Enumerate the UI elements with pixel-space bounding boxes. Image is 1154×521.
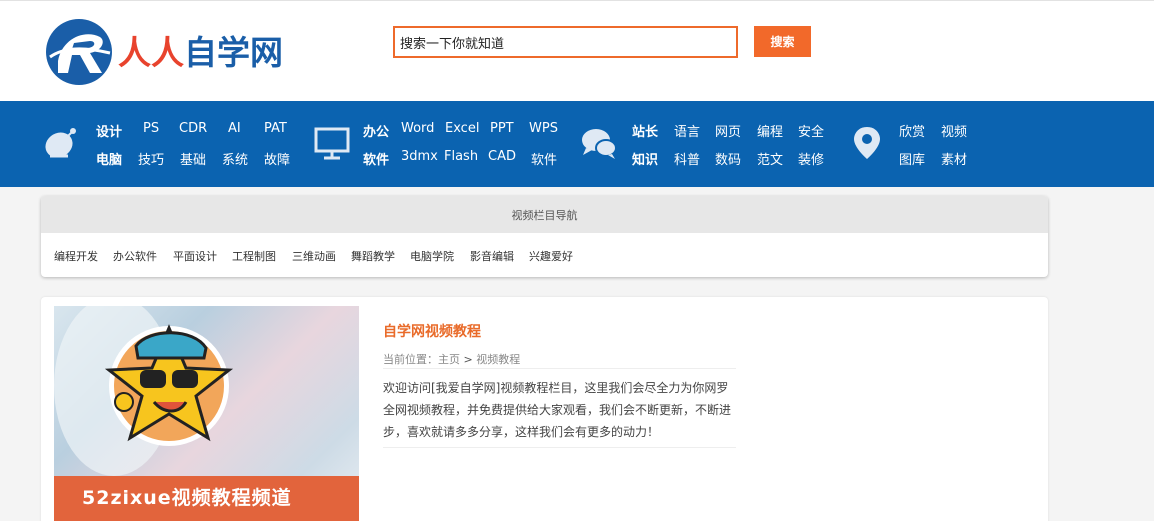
logo-r-icon: [46, 19, 112, 85]
location-pin-icon: [854, 127, 880, 159]
breadcrumb: 当前位置：主页 > 视频教程: [383, 351, 736, 369]
nav-item-decoration[interactable]: 装修: [798, 149, 824, 168]
column-link-media[interactable]: 影音编辑: [470, 248, 514, 264]
nav-item-essays[interactable]: 范文: [757, 149, 783, 168]
nav-item-programming[interactable]: 编程: [757, 121, 783, 140]
channel-title: 自学网视频教程: [383, 324, 481, 340]
nav-item-materials[interactable]: 素材: [941, 149, 967, 168]
channel-intro: 52zixue视频教程频道 自学网视频教程 当前位置：主页 > 视频教程 欢迎访…: [41, 297, 1048, 521]
site-header: 人人自学网 搜索: [0, 0, 1154, 101]
nav-item-office[interactable]: 办公: [363, 121, 389, 140]
nav-item-software-2[interactable]: 软件: [531, 149, 557, 168]
nav-item-security[interactable]: 安全: [798, 121, 824, 140]
nav-item-ai[interactable]: AI: [228, 121, 241, 136]
nav-item-knowledge[interactable]: 知识: [632, 149, 658, 168]
column-link-engineering[interactable]: 工程制图: [232, 248, 276, 264]
nav-item-video[interactable]: 视频: [941, 121, 967, 140]
star-mascot-icon: [54, 306, 234, 476]
nav-group-webmaster: 站长 语言 网页 编程 安全 知识 科普 数码 范文 装修: [580, 101, 840, 187]
breadcrumb-prefix: 当前位置：: [383, 353, 438, 366]
breadcrumb-separator: >: [463, 353, 473, 366]
column-nav-links: 编程开发 办公软件 平面设计 工程制图 三维动画 舞蹈教学 电脑学院 影音编辑 …: [41, 233, 1048, 277]
nav-item-ps[interactable]: PS: [143, 121, 159, 136]
search-box: [393, 26, 738, 58]
nav-item-basics[interactable]: 基础: [180, 149, 206, 168]
nav-item-system[interactable]: 系统: [222, 149, 248, 168]
nav-item-flash[interactable]: Flash: [444, 149, 478, 164]
column-link-hobby[interactable]: 兴趣爱好: [529, 248, 573, 264]
channel-info: 自学网视频教程 当前位置：主页 > 视频教程 欢迎访问[我爱自学网]视频教程栏目…: [383, 321, 736, 448]
column-nav-title: 视频栏目导航: [41, 196, 1048, 233]
nav-item-tips[interactable]: 技巧: [138, 149, 164, 168]
banner-title: 52zixue视频教程频道: [82, 487, 292, 509]
nav-item-cad[interactable]: CAD: [488, 149, 516, 164]
column-link-3d[interactable]: 三维动画: [292, 248, 336, 264]
column-link-programming[interactable]: 编程开发: [54, 248, 98, 264]
nav-item-gallery[interactable]: 图库: [899, 149, 925, 168]
nav-item-cdr[interactable]: CDR: [179, 121, 207, 136]
channel-description: 欢迎访问[我爱自学网]视频教程栏目，这里我们会尽全力为你网罗全网视频教程，并免费…: [383, 377, 736, 448]
nav-item-language[interactable]: 语言: [674, 121, 700, 140]
breadcrumb-home[interactable]: 主页: [438, 353, 460, 366]
site-logo[interactable]: 人人自学网: [44, 16, 294, 88]
nav-group-media: 欣赏 视频 图库 素材: [850, 101, 990, 187]
column-link-computer[interactable]: 电脑学院: [410, 248, 454, 264]
chat-bubbles-icon: [582, 129, 617, 159]
presentation-screen-icon: [314, 127, 350, 160]
column-link-graphic[interactable]: 平面设计: [173, 248, 217, 264]
logo-text-blue: 自学网: [184, 32, 283, 72]
video-column-nav: 视频栏目导航 编程开发 办公软件 平面设计 工程制图 三维动画 舞蹈教学 电脑学…: [41, 196, 1048, 277]
nav-item-word[interactable]: Word: [401, 121, 434, 136]
channel-banner[interactable]: 52zixue视频教程频道: [54, 306, 359, 521]
nav-item-wps[interactable]: WPS: [529, 121, 558, 136]
logo-text-red: 人人: [118, 32, 184, 72]
nav-group-design: 设计 PS CDR AI PAT 电脑 技巧 基础 系统 故障: [42, 101, 302, 187]
nav-group-office: 办公 Word Excel PPT WPS 软件 3dmx Flash CAD …: [313, 101, 573, 187]
logo-text: 人人自学网: [118, 36, 283, 69]
search-button[interactable]: 搜索: [754, 26, 811, 57]
category-nav: 设计 PS CDR AI PAT 电脑 技巧 基础 系统 故障 办公 Word …: [0, 101, 1154, 187]
nav-item-webpage[interactable]: 网页: [715, 121, 741, 140]
column-link-dance[interactable]: 舞蹈教学: [351, 248, 395, 264]
nav-item-3dmx[interactable]: 3dmx: [401, 149, 438, 164]
nav-item-ppt[interactable]: PPT: [490, 121, 514, 136]
satellite-dish-icon: [45, 128, 76, 158]
nav-item-digital[interactable]: 数码: [715, 149, 741, 168]
nav-item-pat[interactable]: PAT: [264, 121, 287, 136]
nav-item-computer[interactable]: 电脑: [96, 149, 122, 168]
nav-item-design[interactable]: 设计: [96, 121, 122, 140]
nav-item-webmaster[interactable]: 站长: [632, 121, 658, 140]
column-link-office[interactable]: 办公软件: [113, 248, 157, 264]
nav-item-fault[interactable]: 故障: [264, 149, 290, 168]
nav-item-excel[interactable]: Excel: [445, 121, 479, 136]
nav-item-science[interactable]: 科普: [674, 149, 700, 168]
nav-item-software[interactable]: 软件: [363, 149, 389, 168]
nav-item-appreciate[interactable]: 欣赏: [899, 121, 925, 140]
search-input[interactable]: [395, 28, 736, 56]
breadcrumb-current[interactable]: 视频教程: [476, 353, 520, 366]
